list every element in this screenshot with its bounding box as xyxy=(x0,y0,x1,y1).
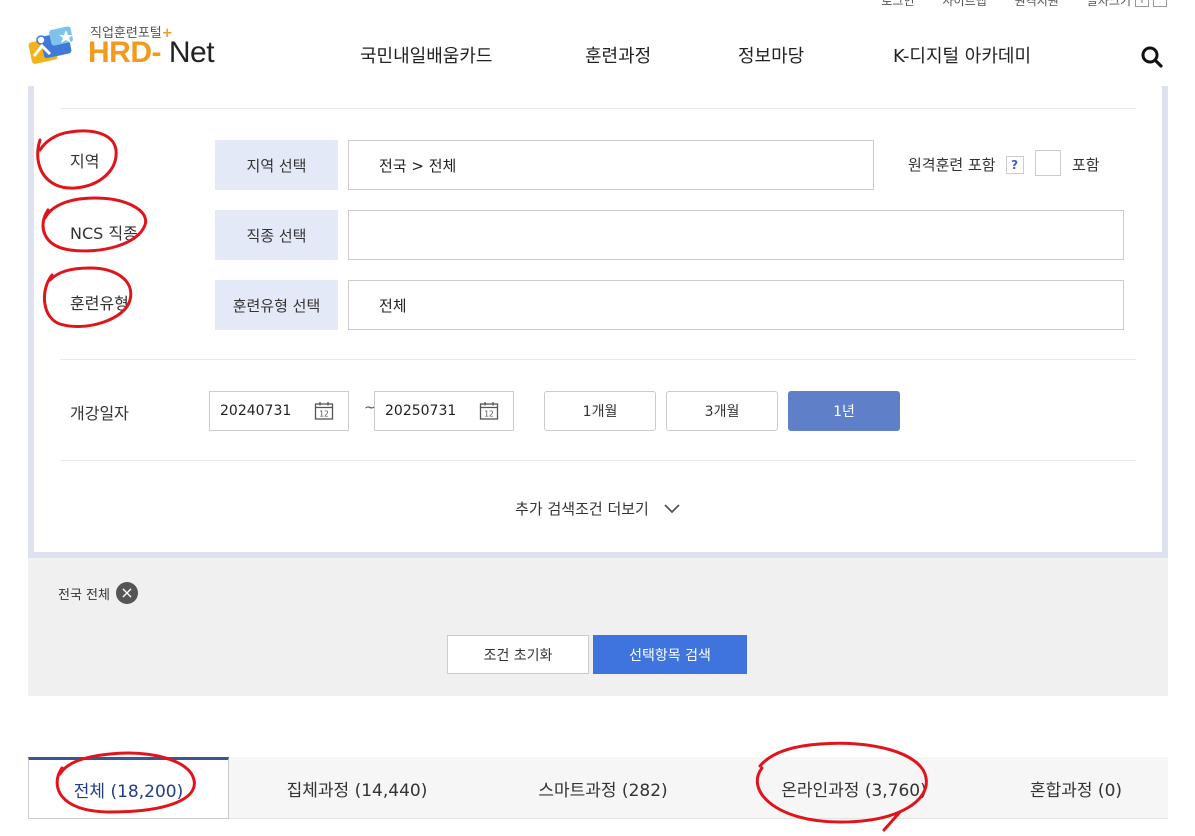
course-type-tabs: 전체 (18,200) 집체과정 (14,440) 스마트과정 (282) 온라… xyxy=(28,757,1168,819)
region-label: 지역 xyxy=(70,152,100,171)
condition-chip: 전국 전체 × xyxy=(58,582,138,604)
period-3month-button[interactable]: 3개월 xyxy=(666,391,778,431)
reset-conditions-button[interactable]: 조건 초기화 xyxy=(447,635,589,674)
more-conditions-toggle[interactable]: 추가 검색조건 더보기 xyxy=(34,498,1162,519)
remote-include-label: 포함 xyxy=(1072,156,1100,174)
period-1month-button[interactable]: 1개월 xyxy=(544,391,656,431)
divider xyxy=(60,460,1136,461)
sitemap-link[interactable]: 사이트맵 xyxy=(942,0,986,9)
region-value-field[interactable]: 전국 > 전체 xyxy=(348,140,874,190)
end-date-input[interactable]: 20250731 12 xyxy=(374,391,514,431)
tab-blended[interactable]: 혼합과정 (0) xyxy=(976,757,1176,819)
remote-support-link[interactable]: 원격지원 xyxy=(1015,0,1059,9)
svg-text:12: 12 xyxy=(319,410,329,419)
help-icon[interactable]: ? xyxy=(1005,155,1024,174)
divider xyxy=(60,108,1136,109)
tab-all[interactable]: 전체 (18,200) xyxy=(28,757,229,819)
training-type-value-field[interactable]: 전체 xyxy=(348,280,1124,330)
close-icon[interactable]: × xyxy=(115,582,138,604)
main-navigation: 국민내일배움카드 훈련과정 정보마당 K-디지털 아카데미 xyxy=(0,42,1195,72)
calendar-icon[interactable]: 12 xyxy=(479,401,499,421)
start-date-label: 개강일자 xyxy=(70,404,129,423)
start-date-value: 20240731 xyxy=(220,403,292,419)
calendar-icon[interactable]: 12 xyxy=(314,401,334,421)
nav-item-courses[interactable]: 훈련과정 xyxy=(585,42,651,68)
divider xyxy=(60,359,1136,360)
period-1year-button[interactable]: 1년 xyxy=(788,391,900,431)
tab-smart[interactable]: 스마트과정 (282) xyxy=(503,757,703,819)
remote-include-checkbox[interactable] xyxy=(1035,150,1061,176)
more-conditions-label: 추가 검색조건 더보기 xyxy=(515,500,649,518)
nav-item-info[interactable]: 정보마당 xyxy=(738,42,804,68)
chevron-down-icon xyxy=(664,503,680,513)
tab-classroom[interactable]: 집체과정 (14,440) xyxy=(257,757,457,819)
nav-item-card[interactable]: 국민내일배움카드 xyxy=(360,42,492,68)
training-type-label: 훈련유형 xyxy=(70,294,129,313)
selected-conditions-area: 전국 전체 × 조건 초기화 선택항목 검색 xyxy=(28,558,1168,696)
font-size-label: 글자크기 xyxy=(1086,0,1131,8)
condition-chip-label: 전국 전체 xyxy=(58,587,110,603)
start-date-input[interactable]: 20240731 12 xyxy=(209,391,349,431)
end-date-value: 20250731 xyxy=(385,403,457,419)
login-link[interactable]: 로그인 xyxy=(881,0,914,9)
tab-online[interactable]: 온라인과정 (3,760) xyxy=(754,757,954,819)
ncs-select-button[interactable]: 직종 선택 xyxy=(215,210,338,260)
nav-item-k-digital[interactable]: K-디지털 아카데미 xyxy=(893,42,1031,68)
search-panel: 지역 지역 선택 전국 > 전체 원격훈련 포함 ? 포함 NCS 직종 직종 … xyxy=(28,86,1168,558)
remote-training-text: 원격훈련 포함 xyxy=(908,156,996,174)
ncs-label: NCS 직종 xyxy=(70,224,138,243)
font-increase-button[interactable]: + xyxy=(1135,0,1149,7)
utility-bar: 로그인 사이트맵 원격지원 글자크기 + − xyxy=(853,0,1167,8)
ncs-value-field[interactable] xyxy=(348,210,1124,260)
region-select-button[interactable]: 지역 선택 xyxy=(215,140,338,190)
search-icon[interactable] xyxy=(1140,45,1164,69)
font-decrease-button[interactable]: − xyxy=(1153,0,1167,7)
training-type-select-button[interactable]: 훈련유형 선택 xyxy=(215,280,338,330)
svg-text:12: 12 xyxy=(484,410,494,419)
search-selected-button[interactable]: 선택항목 검색 xyxy=(593,635,747,674)
remote-training-label: 원격훈련 포함 ? xyxy=(908,154,1024,175)
